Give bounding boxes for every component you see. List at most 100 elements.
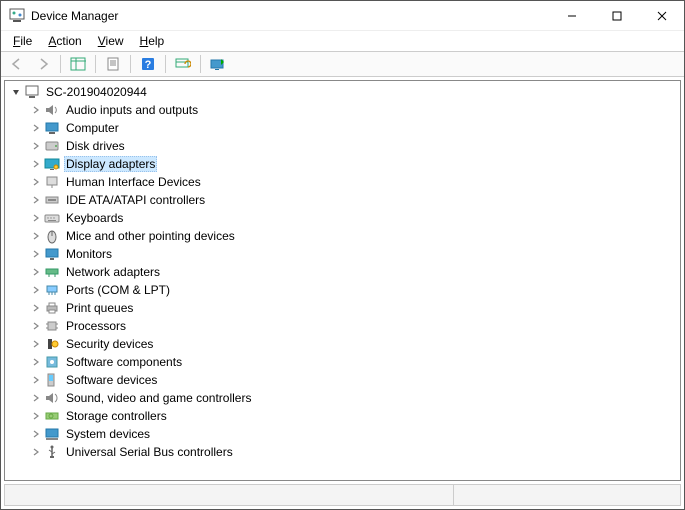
chevron-right-icon[interactable] (29, 157, 43, 171)
chevron-right-icon[interactable] (29, 139, 43, 153)
tree-item[interactable]: Software devices (29, 371, 680, 389)
menubar: File Action View Help (1, 31, 684, 51)
tree-item[interactable]: Human Interface Devices (29, 173, 680, 191)
computer-icon (44, 120, 60, 136)
tree-item[interactable]: Keyboards (29, 209, 680, 227)
tree-item-label: Monitors (64, 247, 114, 261)
tree-item[interactable]: Display adapters (29, 155, 680, 173)
chevron-right-icon[interactable] (29, 301, 43, 315)
chevron-right-icon[interactable] (29, 409, 43, 423)
tree-item-label: Software devices (64, 373, 159, 387)
minimize-button[interactable] (549, 1, 594, 31)
scan-hardware-button[interactable] (171, 53, 195, 75)
disk-icon (44, 138, 60, 154)
chevron-right-icon[interactable] (29, 229, 43, 243)
app-icon (9, 8, 25, 24)
tree-item[interactable]: Computer (29, 119, 680, 137)
help-button[interactable]: ? (136, 53, 160, 75)
chevron-right-icon[interactable] (29, 175, 43, 189)
tree-item-label: Keyboards (64, 211, 125, 225)
ide-icon (44, 192, 60, 208)
tree-item[interactable]: Disk drives (29, 137, 680, 155)
tree-item[interactable]: Ports (COM & LPT) (29, 281, 680, 299)
tree-item[interactable]: Mice and other pointing devices (29, 227, 680, 245)
menu-file[interactable]: File (7, 33, 38, 49)
menu-action[interactable]: Action (42, 33, 87, 49)
tree-item[interactable]: Network adapters (29, 263, 680, 281)
tree-item-label: Universal Serial Bus controllers (64, 445, 235, 459)
window-title: Device Manager (31, 9, 549, 23)
tree-item-label: Human Interface Devices (64, 175, 203, 189)
port-icon (44, 282, 60, 298)
tree-item[interactable]: Security devices (29, 335, 680, 353)
tree-item[interactable]: Storage controllers (29, 407, 680, 425)
tree-item-label: Software components (64, 355, 184, 369)
tree-item[interactable]: System devices (29, 425, 680, 443)
maximize-button[interactable] (594, 1, 639, 31)
svg-text:?: ? (145, 59, 152, 71)
tree-item[interactable]: Print queues (29, 299, 680, 317)
menu-help[interactable]: Help (134, 33, 171, 49)
keyboard-icon (44, 210, 60, 226)
printer-icon (44, 300, 60, 316)
tree-root-label: SC-201904020944 (44, 85, 149, 99)
titlebar: Device Manager (1, 1, 684, 31)
tree-item[interactable]: Sound, video and game controllers (29, 389, 680, 407)
tree-item[interactable]: Audio inputs and outputs (29, 101, 680, 119)
properties-button[interactable] (101, 53, 125, 75)
statusbar (4, 484, 681, 506)
tree-item[interactable]: IDE ATA/ATAPI controllers (29, 191, 680, 209)
tree-item-label: Computer (64, 121, 121, 135)
tree-item-label: IDE ATA/ATAPI controllers (64, 193, 207, 207)
tree-item-label: Processors (64, 319, 128, 333)
tree-item-label: Mice and other pointing devices (64, 229, 237, 243)
chevron-right-icon[interactable] (29, 193, 43, 207)
chevron-down-icon[interactable] (9, 85, 23, 99)
toolbar-separator (130, 55, 131, 73)
computer-icon (24, 84, 40, 100)
back-button[interactable] (5, 53, 29, 75)
chevron-right-icon[interactable] (29, 391, 43, 405)
tree-item-label: Print queues (64, 301, 135, 315)
menu-view[interactable]: View (92, 33, 130, 49)
tree-item[interactable]: Universal Serial Bus controllers (29, 443, 680, 461)
chevron-right-icon[interactable] (29, 319, 43, 333)
tree-item-label: Network adapters (64, 265, 162, 279)
tree-item-label: Audio inputs and outputs (64, 103, 200, 117)
tree-item-label: System devices (64, 427, 152, 441)
tree-item-label: Storage controllers (64, 409, 169, 423)
speaker-icon (44, 102, 60, 118)
tree-item-label: Disk drives (64, 139, 127, 153)
chevron-right-icon[interactable] (29, 247, 43, 261)
tree-panel[interactable]: SC-201904020944 Audio inputs and outputs… (4, 80, 681, 481)
tree-item[interactable]: Processors (29, 317, 680, 335)
system-icon (44, 426, 60, 442)
chevron-right-icon[interactable] (29, 265, 43, 279)
toolbar-separator (165, 55, 166, 73)
hid-icon (44, 174, 60, 190)
tree-root[interactable]: SC-201904020944 (9, 83, 680, 101)
chevron-right-icon[interactable] (29, 121, 43, 135)
chevron-right-icon[interactable] (29, 337, 43, 351)
display-icon (44, 156, 60, 172)
chevron-right-icon[interactable] (29, 283, 43, 297)
sound-icon (44, 390, 60, 406)
toolbar-separator (200, 55, 201, 73)
swcomp-icon (44, 354, 60, 370)
chevron-right-icon[interactable] (29, 355, 43, 369)
chevron-right-icon[interactable] (29, 373, 43, 387)
chevron-right-icon[interactable] (29, 427, 43, 441)
storage-icon (44, 408, 60, 424)
tree-item[interactable]: Monitors (29, 245, 680, 263)
forward-button[interactable] (31, 53, 55, 75)
chevron-right-icon[interactable] (29, 211, 43, 225)
mouse-icon (44, 228, 60, 244)
monitor-icon (44, 246, 60, 262)
chevron-right-icon[interactable] (29, 445, 43, 459)
update-driver-button[interactable] (206, 53, 230, 75)
tree-item[interactable]: Software components (29, 353, 680, 371)
chevron-right-icon[interactable] (29, 103, 43, 117)
close-button[interactable] (639, 1, 684, 31)
network-icon (44, 264, 60, 280)
show-hide-tree-button[interactable] (66, 53, 90, 75)
